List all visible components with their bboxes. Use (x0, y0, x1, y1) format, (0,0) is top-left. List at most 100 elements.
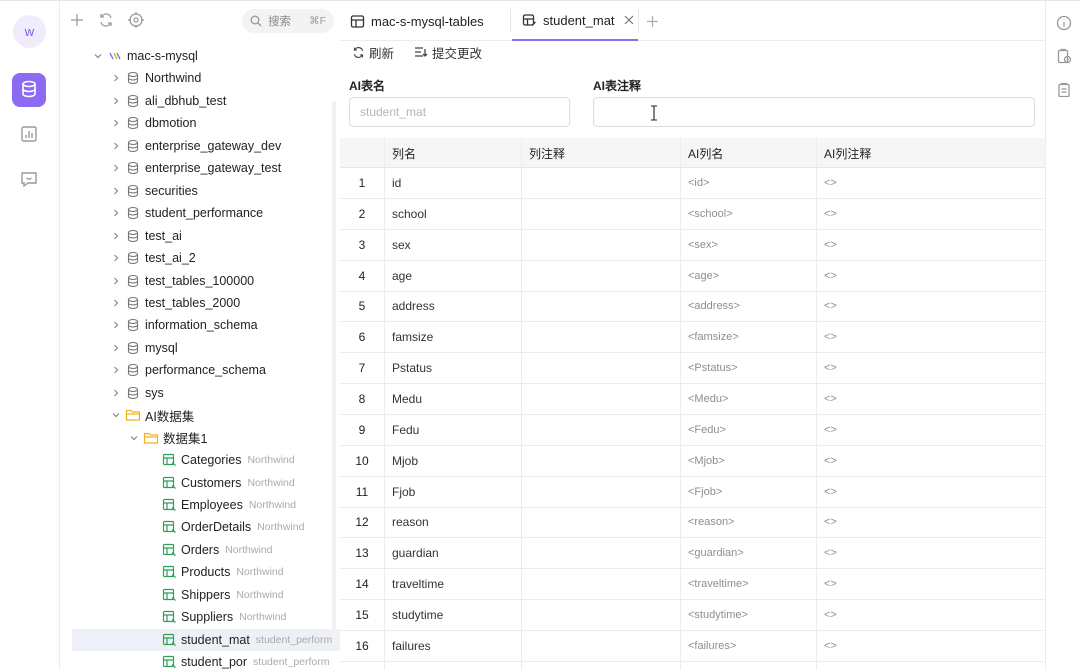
tree-database[interactable]: mysql (60, 337, 340, 359)
cell-column-comment[interactable] (521, 446, 680, 476)
table-row[interactable]: 5 address <address> <> (340, 291, 1045, 323)
add-connection-button[interactable] (67, 11, 87, 31)
table-row[interactable]: 7 Pstatus <Pstatus> <> (340, 353, 1045, 385)
refresh-button[interactable]: 刷新 (352, 43, 394, 62)
refresh-tree-button[interactable] (96, 11, 116, 31)
cell-ai-column-comment[interactable]: <> (816, 230, 1045, 260)
cell-ai-column-name[interactable]: <failures> (680, 631, 816, 661)
cell-ai-column-name[interactable]: <reason> (680, 507, 816, 537)
search-input[interactable]: 搜索 ⌘F (242, 9, 334, 33)
cell-ai-column-comment[interactable]: <> (816, 538, 1045, 568)
cell-ai-column-comment[interactable]: <> (816, 415, 1045, 445)
cell-column-comment[interactable] (521, 353, 680, 383)
cell-ai-column-name[interactable]: <address> (680, 291, 816, 321)
table-row[interactable]: 11 Fjob <Fjob> <> (340, 477, 1045, 508)
tree-database[interactable]: student_performance (60, 202, 340, 224)
table-row[interactable]: 1 id <id> <> (340, 168, 1045, 199)
cell-column-name[interactable]: Fedu (384, 415, 521, 445)
new-tab-button[interactable] (646, 1, 666, 41)
tree-table[interactable]: OrderDetails Northwind (60, 516, 340, 538)
cell-ai-column-comment[interactable]: <> (816, 631, 1045, 661)
cell-ai-column-name[interactable]: <Fedu> (680, 415, 816, 445)
close-icon[interactable] (624, 15, 634, 25)
cell-ai-column-name[interactable]: <age> (680, 261, 816, 291)
chevron-right-icon[interactable] (110, 95, 122, 107)
tree-database[interactable]: test_tables_2000 (60, 292, 340, 314)
cell-column-name[interactable]: failures (384, 631, 521, 661)
cell-ai-column-name[interactable]: <school> (680, 199, 816, 229)
chevron-right-icon[interactable] (110, 207, 122, 219)
cell-column-name[interactable]: Medu (384, 384, 521, 414)
chevron-down-icon[interactable] (128, 432, 140, 444)
locate-button[interactable] (126, 11, 146, 31)
chart-nav-button[interactable] (12, 118, 46, 152)
tree-database[interactable]: information_schema (60, 314, 340, 336)
cell-column-comment[interactable] (521, 631, 680, 661)
tree-table[interactable]: Suppliers Northwind (60, 606, 340, 628)
cell-column-comment[interactable] (521, 477, 680, 507)
cell-ai-column-comment[interactable]: <> (816, 261, 1045, 291)
cell-column-comment[interactable] (521, 199, 680, 229)
tree-database[interactable]: test_ai (60, 225, 340, 247)
tree-database[interactable]: test_ai_2 (60, 247, 340, 269)
tree-table[interactable]: Employees Northwind (60, 494, 340, 516)
table-row[interactable]: 8 Medu <Medu> <> (340, 384, 1045, 415)
cell-column-name[interactable]: address (384, 291, 521, 321)
commit-changes-button[interactable]: 提交更改 (414, 43, 482, 62)
chevron-right-icon[interactable] (110, 252, 122, 264)
cell-ai-column-name[interactable]: <famsize> (680, 322, 816, 352)
chevron-right-icon[interactable] (110, 72, 122, 84)
table-row[interactable]: 16 failures <failures> <> (340, 631, 1045, 662)
ai-table-name-input[interactable]: student_mat (349, 97, 570, 127)
cell-column-name[interactable]: studytime (384, 600, 521, 630)
tree-table[interactable]: Categories Northwind (60, 449, 340, 471)
cell-ai-column-name[interactable]: <guardian> (680, 538, 816, 568)
cell-column-name[interactable]: Pstatus (384, 353, 521, 383)
chevron-down-icon[interactable] (110, 409, 122, 421)
tree-table[interactable]: Products Northwind (60, 561, 340, 583)
table-row[interactable]: 14 traveltime <traveltime> <> (340, 569, 1045, 601)
cell-ai-column-comment[interactable]: <> (816, 168, 1045, 198)
tree-dataset-folder[interactable]: 数据集1 (60, 427, 340, 449)
chevron-right-icon[interactable] (110, 342, 122, 354)
tree-table[interactable]: Orders Northwind (60, 539, 340, 561)
table-row[interactable]: 3 sex <sex> <> (340, 230, 1045, 261)
cell-ai-column-name[interactable]: <Pstatus> (680, 353, 816, 383)
tree-table[interactable]: Customers Northwind (60, 472, 340, 494)
chevron-right-icon[interactable] (110, 364, 122, 376)
cell-column-comment[interactable] (521, 415, 680, 445)
cell-column-comment[interactable] (521, 538, 680, 568)
cell-ai-column-name[interactable]: <traveltime> (680, 569, 816, 599)
cell-column-name[interactable]: traveltime (384, 569, 521, 599)
cell-column-comment[interactable] (521, 168, 680, 198)
chevron-right-icon[interactable] (110, 117, 122, 129)
cell-ai-column-comment[interactable]: <> (816, 199, 1045, 229)
tree-table[interactable]: Shippers Northwind (60, 584, 340, 606)
tree-database[interactable]: test_tables_100000 (60, 270, 340, 292)
tab-mac-s-mysql-tables[interactable]: mac-s-mysql-tables (350, 1, 512, 41)
cell-ai-column-name[interactable]: <Fjob> (680, 477, 816, 507)
ai-table-comment-input[interactable] (593, 97, 1035, 127)
cell-column-comment[interactable] (521, 507, 680, 537)
tree-database[interactable]: securities (60, 180, 340, 202)
cell-column-name[interactable]: famsize (384, 322, 521, 352)
cell-column-name[interactable]: guardian (384, 538, 521, 568)
table-row[interactable]: 9 Fedu <Fedu> <> (340, 415, 1045, 446)
chevron-right-icon[interactable] (110, 185, 122, 197)
history-button[interactable] (1055, 47, 1073, 65)
tree-ai-folder[interactable]: AI数据集 (60, 404, 340, 426)
tree-table[interactable]: student_por student_perform (60, 651, 340, 670)
chevron-right-icon[interactable] (110, 275, 122, 287)
tree-database[interactable]: ali_dbhub_test (60, 90, 340, 112)
table-row[interactable]: 6 famsize <famsize> <> (340, 322, 1045, 354)
table-row[interactable]: 15 studytime <studytime> <> (340, 600, 1045, 631)
cell-ai-column-name[interactable]: <sex> (680, 230, 816, 260)
cell-column-comment[interactable] (521, 322, 680, 352)
cell-ai-column-comment[interactable]: <> (816, 600, 1045, 630)
info-button[interactable] (1055, 14, 1073, 32)
chevron-down-icon[interactable] (92, 50, 104, 62)
tree-database[interactable]: Northwind (60, 67, 340, 89)
cell-column-comment[interactable] (521, 291, 680, 321)
tree-database[interactable]: sys (60, 382, 340, 404)
cell-column-name[interactable]: sex (384, 230, 521, 260)
